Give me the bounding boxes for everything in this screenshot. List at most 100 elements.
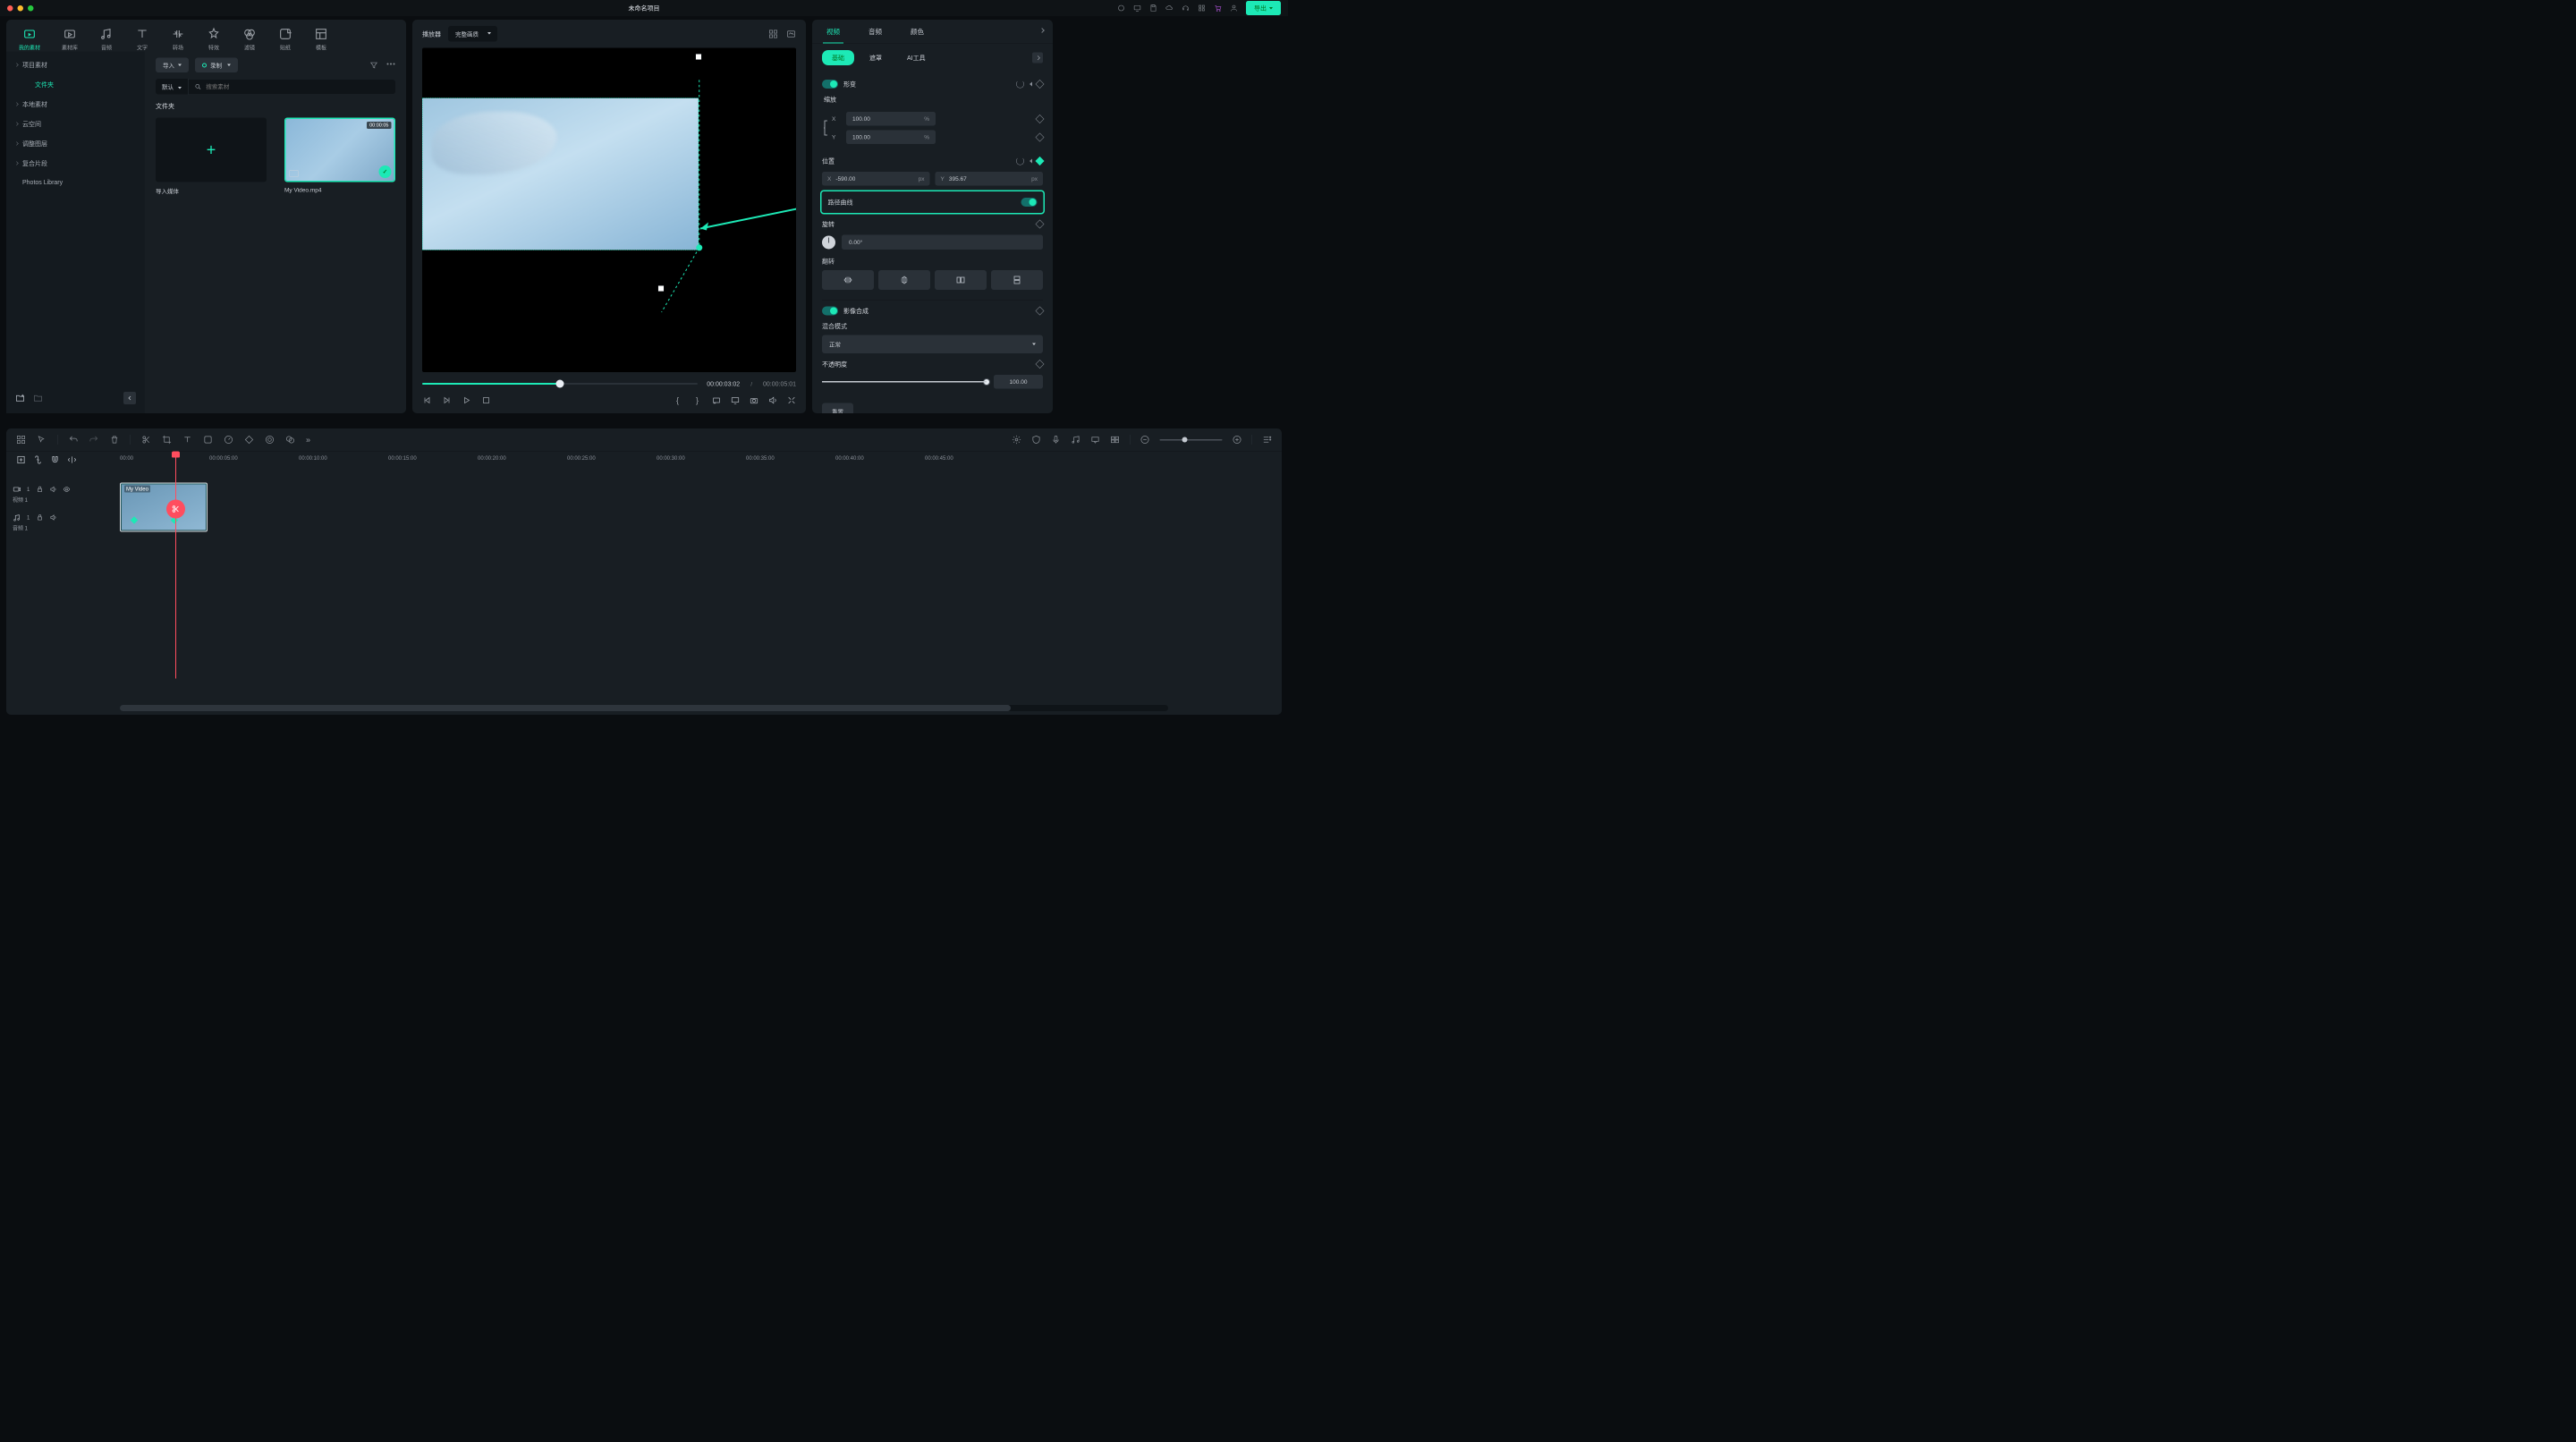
tab-text[interactable]: 文字 [135, 27, 149, 52]
sidebar-item-local[interactable]: 本地素材 [6, 95, 145, 115]
record-icon[interactable] [1117, 4, 1125, 13]
keyframe-tool-icon[interactable] [244, 435, 254, 445]
text-tool-icon[interactable] [182, 435, 192, 445]
filter-icon[interactable] [369, 61, 378, 70]
preview-canvas[interactable] [422, 48, 796, 373]
prop-tab-color[interactable]: 颜色 [896, 20, 938, 44]
tl-apps-icon[interactable] [16, 435, 26, 445]
blend-mode-select[interactable]: 正常 [822, 335, 1043, 354]
split-icon[interactable] [141, 435, 151, 445]
mark-out-button[interactable]: } [692, 395, 702, 405]
ratio-icon[interactable] [712, 396, 721, 405]
zoom-out-icon[interactable] [1140, 435, 1150, 445]
track-options-icon[interactable] [1110, 435, 1120, 445]
select-tool-icon[interactable] [37, 435, 47, 445]
sort-select[interactable]: 默认 [156, 79, 188, 95]
sidebar-item-adjust[interactable]: 调整图层 [6, 134, 145, 154]
rotation-input[interactable]: 0.00° [842, 235, 1043, 250]
rotation-keyframe-button[interactable] [1036, 220, 1045, 229]
subtab-mask[interactable]: 遮罩 [860, 50, 892, 65]
chroma-icon[interactable] [285, 435, 295, 445]
snapshot-icon[interactable] [786, 29, 796, 38]
transform-toggle[interactable] [822, 80, 838, 89]
zoom-in-icon[interactable] [1233, 435, 1242, 445]
position-keyframe-button[interactable] [1036, 157, 1045, 165]
sidebar-item-project[interactable]: 项目素材 [6, 55, 145, 75]
subtab-basic[interactable]: 基础 [822, 50, 854, 65]
keyframe-handle[interactable] [696, 54, 702, 60]
crop-icon[interactable] [162, 435, 172, 445]
prop-tabs-scroll-right[interactable] [1031, 20, 1053, 44]
reset-transform-button[interactable] [1016, 81, 1024, 89]
new-folder-icon[interactable] [15, 394, 25, 403]
track-lanes[interactable]: My Video [120, 480, 1282, 706]
tl-add-track-icon[interactable] [16, 455, 26, 465]
prev-frame-button[interactable] [422, 395, 432, 405]
record-button[interactable]: 录制 [195, 58, 238, 73]
keyframe-handle[interactable] [658, 285, 665, 292]
scrub-bar[interactable] [422, 383, 698, 385]
mark-in-button[interactable]: { [673, 395, 682, 405]
tab-effect[interactable]: 特效 [207, 27, 221, 52]
opacity-keyframe-button[interactable] [1036, 360, 1045, 369]
folder-icon[interactable] [33, 394, 43, 403]
quality-select[interactable]: 完整画质 [448, 26, 497, 42]
prop-tab-audio[interactable]: 音频 [854, 20, 896, 44]
stop-button[interactable] [481, 395, 491, 405]
tl-magnet-icon[interactable] [50, 455, 60, 465]
color-tool-icon[interactable] [265, 435, 275, 445]
import-button[interactable]: 导入 [156, 58, 189, 73]
grid-view-icon[interactable] [768, 29, 778, 38]
sidebar-item-photos[interactable]: Photos Library [6, 174, 145, 191]
compositing-toggle[interactable] [822, 307, 838, 316]
reset-all-button[interactable]: 重置 [822, 403, 853, 414]
play-button[interactable] [462, 395, 471, 405]
export-button[interactable]: 导出 [1246, 1, 1281, 15]
tl-ripple-icon[interactable] [67, 455, 77, 465]
display-settings-icon[interactable] [731, 396, 740, 405]
account-icon[interactable] [1230, 4, 1238, 13]
camera-icon[interactable] [750, 396, 758, 405]
maximize-window[interactable] [28, 5, 34, 12]
mic-icon[interactable] [1051, 435, 1061, 445]
fullscreen-icon[interactable] [787, 396, 796, 405]
display-icon[interactable] [1133, 4, 1141, 13]
close-window[interactable] [7, 5, 13, 12]
rotation-dial[interactable] [822, 235, 835, 249]
zoom-slider[interactable] [1160, 439, 1223, 441]
next-frame-button[interactable] [442, 395, 452, 405]
media-item-import[interactable]: +导入媒体 [156, 118, 267, 196]
reset-position-button[interactable] [1016, 157, 1024, 165]
scale-y-keyframe[interactable] [1036, 132, 1045, 141]
collapse-sidebar-button[interactable] [123, 392, 136, 404]
marker-icon[interactable] [1090, 435, 1100, 445]
path-curve-toggle[interactable] [1021, 198, 1038, 207]
auto-icon[interactable] [1012, 435, 1021, 445]
track-head-a1[interactable]: 1音频 1 [13, 513, 114, 532]
cloud-icon[interactable] [1165, 4, 1174, 13]
cut-button[interactable] [166, 500, 185, 519]
opacity-slider[interactable] [822, 381, 987, 383]
headphones-icon[interactable] [1182, 4, 1190, 13]
video-frame[interactable] [422, 98, 699, 250]
timeline-ruler[interactable]: 00:0000:00:05:0000:00:10:0000:00:15:0000… [120, 455, 1282, 480]
minimize-window[interactable] [18, 5, 24, 12]
flip-copy-v-button[interactable] [991, 270, 1043, 290]
apps-icon[interactable] [1198, 4, 1206, 13]
media-item-vid1[interactable]: 00:00:05✓My Video.mp4 [284, 118, 395, 196]
tab-audio[interactable]: 音频 [99, 27, 114, 52]
tl-link-icon[interactable] [33, 455, 43, 465]
transform-keyframe-button[interactable] [1036, 80, 1045, 89]
subtab-more[interactable] [1032, 53, 1043, 64]
position-y-input[interactable]: Y395.67px [936, 172, 1044, 186]
opacity-input[interactable]: 100.00 [994, 375, 1043, 389]
undo-icon[interactable] [69, 435, 79, 445]
tab-transition[interactable]: 转场 [171, 27, 185, 52]
sidebar-item-compound[interactable]: 复合片段 [6, 154, 145, 174]
scale-y-input[interactable]: 100.00% [846, 131, 936, 145]
track-view-icon[interactable] [1262, 435, 1272, 445]
compositing-keyframe-button[interactable] [1036, 307, 1045, 316]
sidebar-item-folder[interactable]: 文件夹 [6, 75, 145, 95]
save-icon[interactable] [1149, 4, 1157, 13]
delete-icon[interactable] [110, 435, 120, 445]
